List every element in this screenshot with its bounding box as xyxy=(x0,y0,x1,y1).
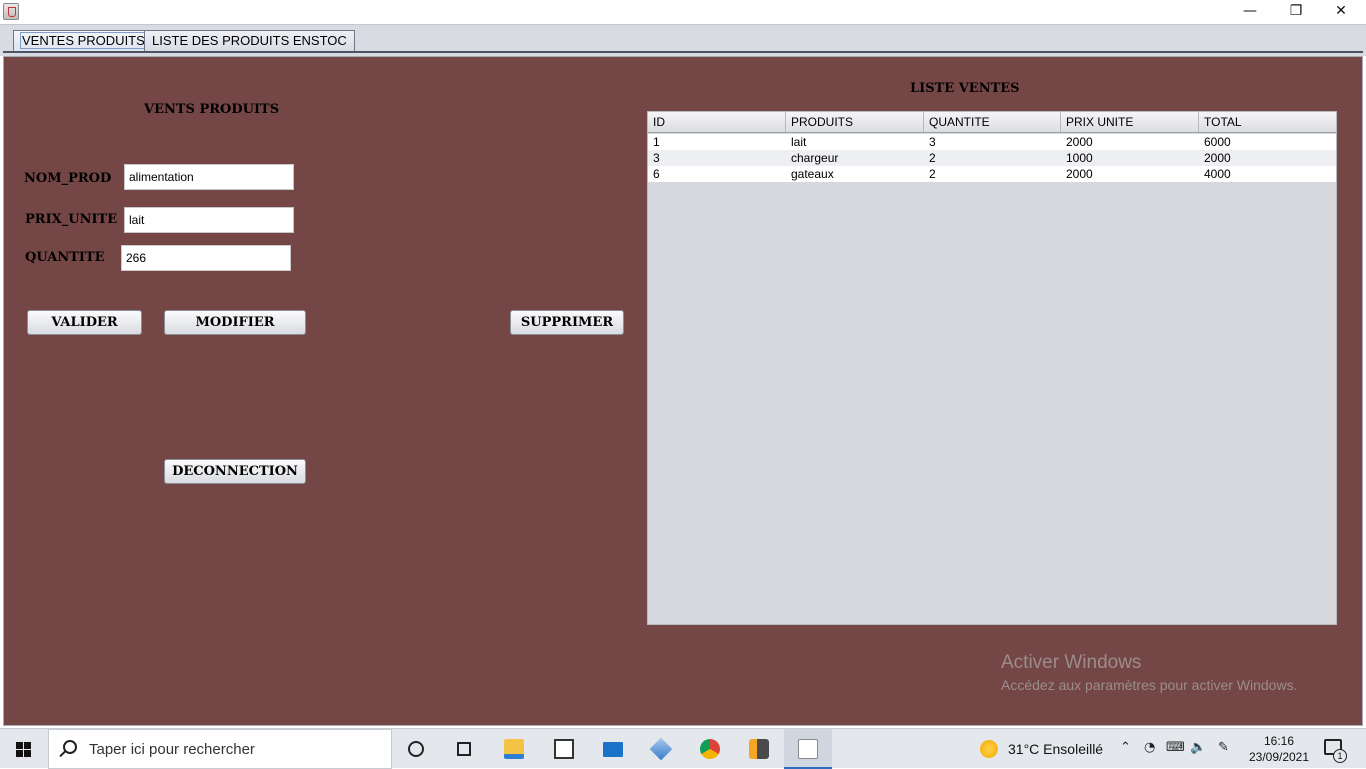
supprimer-button[interactable]: SUPPRIMER xyxy=(510,310,624,335)
restore-button[interactable]: ❐ xyxy=(1273,0,1319,24)
clock-date: 23/09/2021 xyxy=(1248,750,1310,764)
tab-ventes-produits-label: VENTES PRODUITS xyxy=(20,32,147,49)
column-header-produits[interactable]: PRODUITS xyxy=(786,112,924,132)
task-view-icon[interactable] xyxy=(440,729,488,769)
search-placeholder: Taper ici pour rechercher xyxy=(89,741,255,758)
deconnection-button[interactable]: DECONNECTION xyxy=(164,459,306,484)
valider-button[interactable]: VALIDER xyxy=(27,310,142,335)
cell-produit: chargeur xyxy=(791,151,839,165)
column-header-total[interactable]: TOTAL xyxy=(1199,112,1336,132)
tab-liste-produits-label: LISTE DES PRODUITS ENSTOC xyxy=(152,33,347,48)
weather-text[interactable]: 31°C Ensoleillé xyxy=(1008,741,1103,757)
windows-logo-icon xyxy=(16,742,32,757)
table-body: 1 lait 3 2000 6000 3 chargeur 2 1000 200… xyxy=(648,134,1336,182)
table-row[interactable]: 6 gateaux 2 2000 4000 xyxy=(648,166,1336,182)
pen-icon[interactable]: ✎ xyxy=(1218,740,1229,755)
close-button[interactable]: ✕ xyxy=(1318,0,1364,24)
column-header-id[interactable]: ID xyxy=(648,112,786,132)
start-button[interactable] xyxy=(0,729,48,769)
cell-total: 4000 xyxy=(1204,167,1231,181)
clock-time: 16:16 xyxy=(1263,734,1295,748)
table-title: LISTE VENTES xyxy=(910,81,1020,96)
tab-ventes-produits[interactable]: VENTES PRODUITS xyxy=(13,30,154,52)
sublime-text-icon[interactable] xyxy=(735,729,783,769)
store-icon[interactable] xyxy=(540,729,588,769)
cell-quantite: 2 xyxy=(929,151,936,165)
virtualbox-icon[interactable] xyxy=(637,729,685,769)
cell-total: 6000 xyxy=(1204,135,1231,149)
mail-icon[interactable] xyxy=(589,729,637,769)
cell-id: 1 xyxy=(653,135,660,149)
column-header-prix-unite[interactable]: PRIX UNITE xyxy=(1061,112,1199,132)
prix-unite-field[interactable] xyxy=(124,207,294,233)
taskbar-clock[interactable]: 16:16 23/09/2021 xyxy=(1245,733,1313,765)
java-app-icon[interactable] xyxy=(3,3,19,20)
activation-watermark-title: Activer Windows xyxy=(1001,652,1142,673)
cell-quantite: 3 xyxy=(929,135,936,149)
cell-quantite: 2 xyxy=(929,167,936,181)
ventes-table[interactable]: ID PRODUITS QUANTITE PRIX UNITE TOTAL 1 … xyxy=(647,111,1337,625)
column-header-quantite[interactable]: QUANTITE xyxy=(924,112,1061,132)
ventes-panel: VENTS PRODUITS NOM_PROD PRIX_UNITE QUANT… xyxy=(3,56,1363,726)
form-title: VENTS PRODUITS xyxy=(144,102,280,117)
cortana-icon[interactable] xyxy=(392,729,440,769)
quantite-field[interactable] xyxy=(121,245,291,271)
table-row[interactable]: 3 chargeur 2 1000 2000 xyxy=(648,150,1336,166)
chevron-up-icon[interactable]: ⌃ xyxy=(1120,740,1131,755)
cell-produit: gateaux xyxy=(791,167,834,181)
window-titlebar: — ❐ ✕ xyxy=(0,0,1366,24)
cell-prix-unite: 2000 xyxy=(1066,135,1093,149)
modifier-button[interactable]: MODIFIER xyxy=(164,310,306,335)
search-icon xyxy=(63,740,77,754)
table-row[interactable]: 1 lait 3 2000 6000 xyxy=(648,134,1336,150)
tab-strip: VENTES PRODUITS LISTE DES PRODUITS ENSTO… xyxy=(0,24,1366,56)
notification-count: 1 xyxy=(1333,749,1347,763)
cell-produit: lait xyxy=(791,135,807,149)
tab-liste-produits-enstoc[interactable]: LISTE DES PRODUITS ENSTOC xyxy=(144,30,355,52)
file-explorer-icon[interactable] xyxy=(490,729,538,769)
activation-watermark-subtitle: Accédez aux paramètres pour activer Wind… xyxy=(1001,677,1298,693)
nom-prod-field[interactable] xyxy=(124,164,294,190)
cell-total: 2000 xyxy=(1204,151,1231,165)
cell-id: 3 xyxy=(653,151,660,165)
tab-divider xyxy=(3,51,1363,53)
taskbar-search-box[interactable]: Taper ici pour rechercher xyxy=(48,729,392,769)
quantite-label: QUANTITE xyxy=(25,250,105,265)
table-header: ID PRODUITS QUANTITE PRIX UNITE TOTAL xyxy=(648,112,1336,133)
nom-prod-label: NOM_PROD xyxy=(24,171,112,186)
cell-prix-unite: 1000 xyxy=(1066,151,1093,165)
minimize-button[interactable]: — xyxy=(1227,0,1273,24)
cell-id: 6 xyxy=(653,167,660,181)
prix-unite-label: PRIX_UNITE xyxy=(25,212,118,227)
ime-icon[interactable]: ⌨ xyxy=(1166,740,1185,755)
volume-icon[interactable]: 🔈 xyxy=(1190,740,1206,755)
chrome-icon[interactable] xyxy=(686,729,734,769)
network-icon[interactable]: ◔ xyxy=(1144,740,1155,755)
windows-taskbar: Taper ici pour rechercher 31°C Ensoleill… xyxy=(0,728,1366,769)
cell-prix-unite: 2000 xyxy=(1066,167,1093,181)
weather-sun-icon[interactable] xyxy=(980,740,998,758)
java-app-icon[interactable] xyxy=(784,729,832,769)
